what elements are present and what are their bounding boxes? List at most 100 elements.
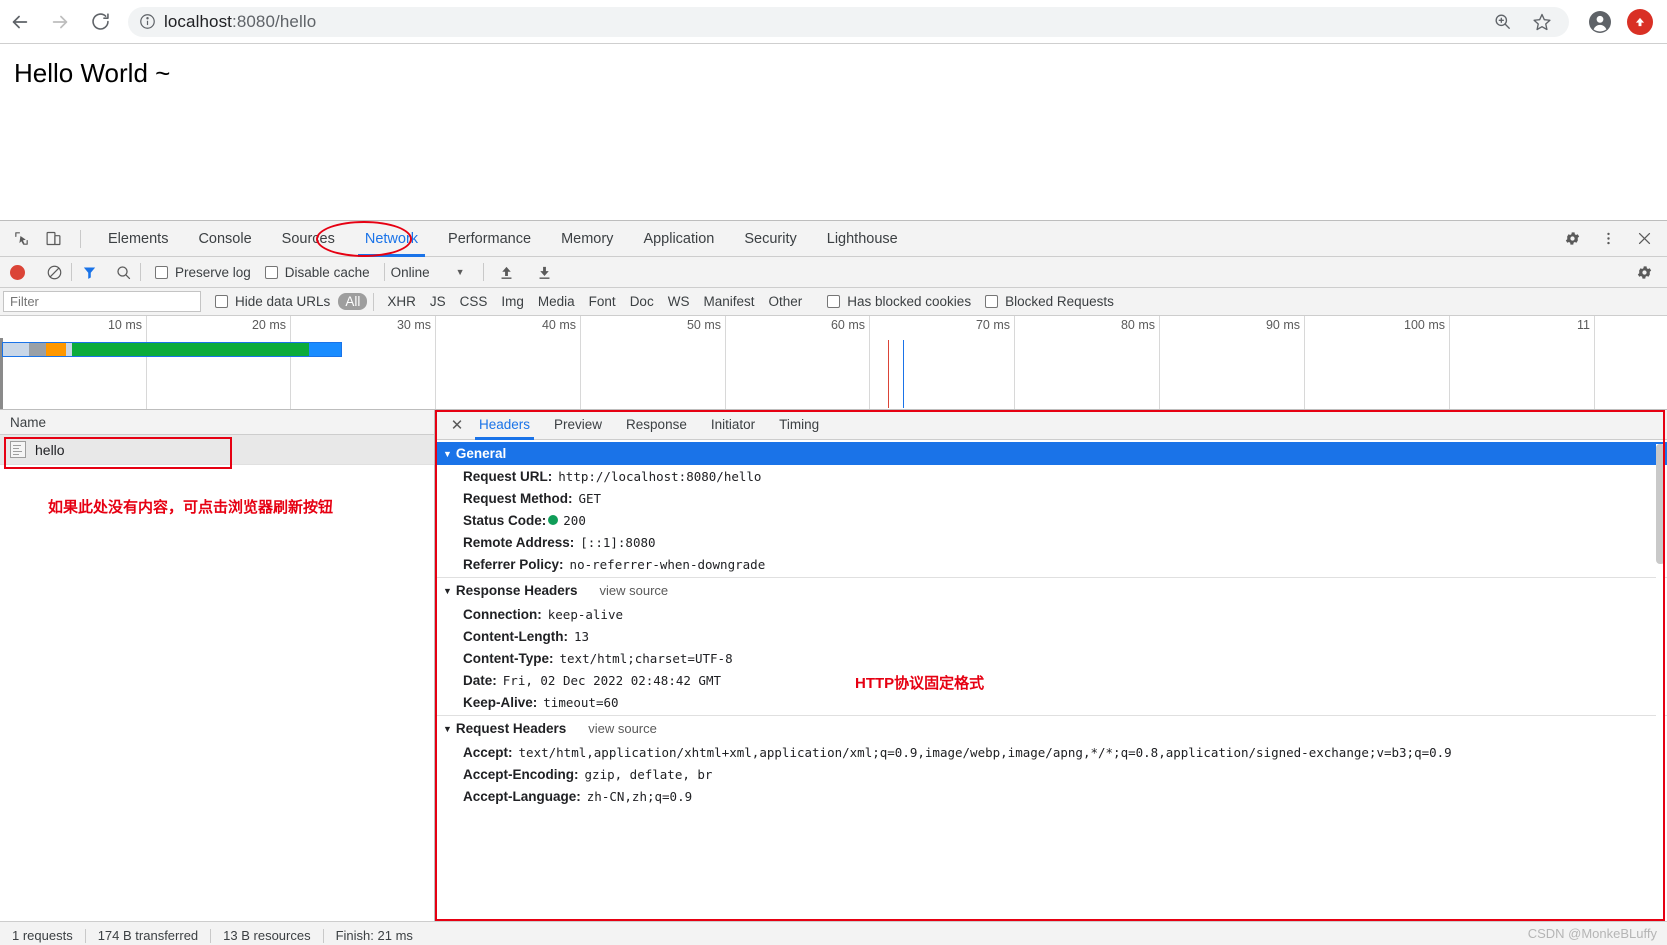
annotation-refresh-hint: 如果此处没有内容，可点击浏览器刷新按钮 xyxy=(48,496,333,517)
tab-network[interactable]: Network xyxy=(350,221,433,257)
column-header-name: Name xyxy=(10,415,46,430)
search-icon[interactable] xyxy=(112,261,134,283)
details-scrollbar[interactable] xyxy=(1656,444,1665,917)
details-tab-timing[interactable]: Timing xyxy=(767,410,831,440)
status-transferred: 174 B transferred xyxy=(98,928,198,943)
address-bar[interactable]: localhost:8080/hello xyxy=(128,7,1569,37)
record-circle-icon[interactable] xyxy=(10,265,25,280)
filter-type-ws[interactable]: WS xyxy=(661,294,697,309)
document-icon xyxy=(10,441,26,458)
view-source-link[interactable]: view source xyxy=(588,721,657,736)
network-statusbar: 1 requests 174 B transferred 13 B resour… xyxy=(0,921,1667,945)
filter-type-all[interactable]: All xyxy=(338,293,367,310)
more-vertical-icon[interactable] xyxy=(1597,228,1619,250)
zoom-in-icon[interactable] xyxy=(1489,9,1515,35)
view-source-link[interactable]: view source xyxy=(599,583,668,598)
preserve-log-checkbox[interactable]: Preserve log xyxy=(155,265,251,280)
header-row-status: Status Code: 200 xyxy=(435,509,1667,531)
back-button[interactable] xyxy=(0,2,40,42)
details-tab-response[interactable]: Response xyxy=(614,410,699,440)
gear-icon[interactable] xyxy=(1561,228,1583,250)
tab-sources[interactable]: Sources xyxy=(267,221,350,257)
forward-button[interactable] xyxy=(40,2,80,42)
request-details-pane: ✕ Headers Preview Response Initiator Tim… xyxy=(435,410,1667,921)
download-arrow-icon[interactable] xyxy=(534,261,556,283)
request-list-header[interactable]: Name xyxy=(0,410,434,435)
request-row-hello[interactable]: hello xyxy=(0,435,434,465)
has-blocked-cookies-checkbox[interactable]: Has blocked cookies xyxy=(827,294,971,309)
filter-type-doc[interactable]: Doc xyxy=(623,294,661,309)
status-requests: 1 requests xyxy=(12,928,73,943)
throttling-select[interactable]: Online ▼ xyxy=(391,265,465,280)
device-toolbar-icon[interactable] xyxy=(42,228,64,250)
funnel-filter-icon[interactable] xyxy=(78,261,100,283)
section-response-headers[interactable]: ▼ Response Headers view source xyxy=(435,577,1667,603)
tab-memory[interactable]: Memory xyxy=(546,221,628,257)
clear-prohibited-icon[interactable] xyxy=(43,261,65,283)
devtools-tabbar: Elements Console Sources Network Perform… xyxy=(0,221,1667,257)
details-tab-preview[interactable]: Preview xyxy=(542,410,614,440)
timeline-tick: 50 ms xyxy=(725,316,726,410)
page-heading: Hello World ~ xyxy=(0,44,1667,89)
filter-type-xhr[interactable]: XHR xyxy=(380,294,423,309)
details-tab-headers[interactable]: Headers xyxy=(467,410,542,440)
annotation-http-format: HTTP协议固定格式 xyxy=(855,672,984,693)
details-tab-initiator[interactable]: Initiator xyxy=(699,410,767,440)
tab-security[interactable]: Security xyxy=(729,221,811,257)
tab-console[interactable]: Console xyxy=(183,221,266,257)
devtools-tab-list: Elements Console Sources Network Perform… xyxy=(93,221,913,257)
close-icon[interactable]: ✕ xyxy=(447,416,467,434)
timeline-tick: 90 ms xyxy=(1304,316,1305,410)
filter-input[interactable]: Filter xyxy=(3,291,201,312)
devtools-panel: Elements Console Sources Network Perform… xyxy=(0,220,1667,945)
status-ok-dot-icon xyxy=(548,515,558,525)
filter-type-manifest[interactable]: Manifest xyxy=(696,294,761,309)
tab-lighthouse[interactable]: Lighthouse xyxy=(812,221,913,257)
profile-avatar-icon[interactable] xyxy=(1587,9,1613,35)
timeline-tick: 70 ms xyxy=(1014,316,1015,410)
filter-type-other[interactable]: Other xyxy=(761,294,809,309)
tab-elements[interactable]: Elements xyxy=(93,221,183,257)
header-row: Accept-Encoding: gzip, deflate, br xyxy=(435,763,1667,785)
chevron-down-icon: ▼ xyxy=(456,267,465,277)
band-segment-load xyxy=(309,343,341,356)
arrow-right-icon xyxy=(49,11,71,33)
section-general-header[interactable]: ▼ General xyxy=(435,442,1667,465)
arrow-left-icon xyxy=(9,11,31,33)
load-event-marker xyxy=(903,340,904,408)
network-overview-timeline[interactable]: 10 ms 20 ms 30 ms 40 ms 50 ms 60 ms 70 m… xyxy=(0,316,1667,410)
reload-button[interactable] xyxy=(80,2,120,42)
filter-type-css[interactable]: CSS xyxy=(453,294,495,309)
network-settings-gear-icon[interactable] xyxy=(1633,261,1655,283)
hide-data-urls-checkbox[interactable]: Hide data URLs xyxy=(215,294,330,309)
status-resources: 13 B resources xyxy=(223,928,310,943)
network-filter-bar: Filter Hide data URLs All XHR JS CSS Img… xyxy=(0,288,1667,316)
filter-type-font[interactable]: Font xyxy=(582,294,623,309)
url-text: localhost:8080/hello xyxy=(164,12,316,32)
details-tabbar: ✕ Headers Preview Response Initiator Tim… xyxy=(435,410,1667,440)
info-circle-icon[interactable] xyxy=(136,11,158,33)
tab-performance[interactable]: Performance xyxy=(433,221,546,257)
upload-arrow-icon[interactable] xyxy=(496,261,518,283)
filter-type-js[interactable]: JS xyxy=(423,294,453,309)
close-icon[interactable] xyxy=(1633,228,1655,250)
request-name: hello xyxy=(35,442,65,458)
triangle-down-icon: ▼ xyxy=(443,449,452,459)
inspect-element-icon[interactable] xyxy=(10,228,32,250)
update-arrow-icon[interactable] xyxy=(1627,9,1653,35)
band-segment-content-download xyxy=(72,343,309,356)
timeline-tick: 20 ms xyxy=(290,316,291,410)
tab-application[interactable]: Application xyxy=(628,221,729,257)
checkbox-box xyxy=(827,295,840,308)
blocked-requests-checkbox[interactable]: Blocked Requests xyxy=(985,294,1114,309)
filter-type-img[interactable]: Img xyxy=(494,294,531,309)
filter-type-media[interactable]: Media xyxy=(531,294,582,309)
section-request-headers[interactable]: ▼ Request Headers view source xyxy=(435,715,1667,741)
checkbox-box xyxy=(215,295,228,308)
reload-icon xyxy=(90,11,111,32)
star-icon[interactable] xyxy=(1529,9,1555,35)
checkbox-box xyxy=(265,266,278,279)
band-segment-stalled xyxy=(29,343,46,356)
disable-cache-checkbox[interactable]: Disable cache xyxy=(265,265,370,280)
header-row: Content-Length: 13 xyxy=(435,625,1667,647)
